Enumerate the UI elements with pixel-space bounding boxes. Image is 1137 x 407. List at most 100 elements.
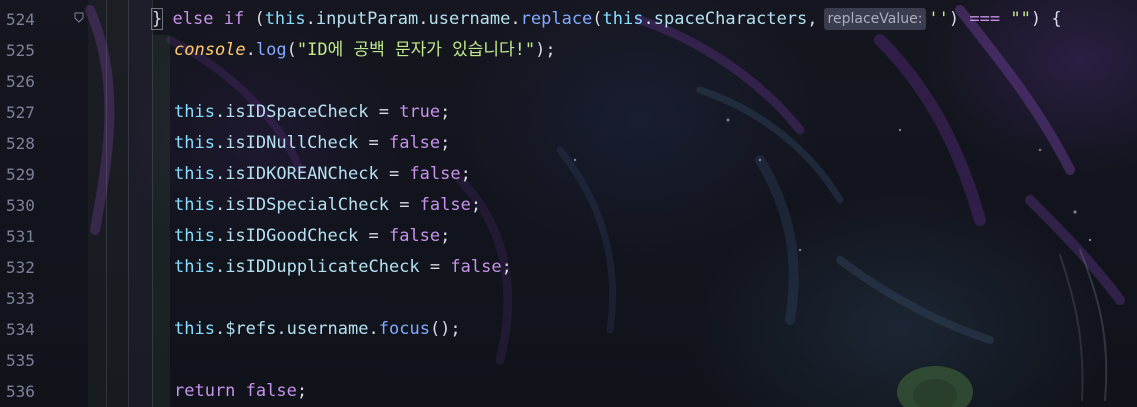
- property: .isIDNullCheck: [214, 133, 359, 153]
- property: .isIDKOREANCheck: [214, 164, 379, 184]
- this-keyword: this: [174, 257, 215, 277]
- line-number: 528: [6, 134, 35, 153]
- line-number: 534: [6, 320, 35, 339]
- paren: (: [592, 9, 603, 29]
- code-editor[interactable]: 524 525 526 527 528 529 530 531 532 533 …: [0, 0, 1137, 407]
- operator: =: [368, 102, 400, 122]
- this-keyword: this: [174, 226, 215, 246]
- semicolon: ;: [440, 102, 451, 122]
- indent-band: [106, 0, 128, 407]
- indent-guide: [128, 0, 129, 407]
- property: .isIDDupplicateCheck: [214, 257, 420, 277]
- this-keyword: this: [174, 164, 215, 184]
- this-keyword: this: [174, 133, 215, 153]
- punctuation: ();: [429, 319, 461, 339]
- opening-brace: {: [1051, 9, 1062, 29]
- line-number: 531: [6, 227, 35, 246]
- semicolon: ;: [296, 381, 308, 401]
- code-line-532[interactable]: this.isIDDupplicateCheck = false;: [174, 252, 512, 283]
- parameter-hint: replaceValue:: [823, 8, 927, 30]
- code-line-527[interactable]: this.isIDSpaceCheck = true;: [174, 97, 450, 128]
- code-line-531[interactable]: this.isIDGoodCheck = false;: [174, 221, 450, 252]
- operator: =: [358, 133, 389, 153]
- paren: ): [1030, 9, 1042, 29]
- property: .$refs: [214, 319, 277, 339]
- semicolon: ;: [440, 226, 451, 246]
- line-number: 535: [6, 351, 35, 370]
- method: focus: [378, 319, 430, 339]
- this-keyword: this: [174, 319, 215, 339]
- boolean: false: [419, 195, 471, 215]
- closing-brace: }: [150, 8, 164, 30]
- operator: =: [358, 226, 389, 246]
- indent-guide: [106, 0, 107, 407]
- dot: .: [510, 9, 521, 29]
- this-keyword: this: [174, 102, 215, 122]
- line-number: 526: [6, 72, 35, 91]
- paren: ): [948, 9, 960, 29]
- property: username: [428, 9, 511, 29]
- indent-band-active: [152, 35, 170, 407]
- code-line-525[interactable]: console.log("ID에 공백 문자가 있습니다!");: [174, 35, 556, 66]
- line-number: 524: [6, 10, 35, 29]
- indent-band: [128, 0, 152, 407]
- line-number: 536: [6, 382, 35, 401]
- fold-marker-icon[interactable]: [74, 12, 84, 23]
- punctuation: );: [535, 40, 556, 60]
- semicolon: ;: [440, 133, 451, 153]
- line-number: 529: [6, 165, 35, 184]
- else-keyword: else: [172, 9, 214, 29]
- paren: (: [254, 9, 265, 29]
- boolean: false: [450, 257, 502, 277]
- if-keyword: if: [223, 9, 245, 29]
- operator: =: [388, 195, 420, 215]
- line-number: 532: [6, 258, 35, 277]
- semicolon: ;: [460, 164, 471, 184]
- operator: =: [419, 257, 451, 277]
- code-line-534[interactable]: this.$refs.username.focus();: [174, 314, 461, 345]
- dot: .: [305, 9, 316, 29]
- this-keyword: this: [264, 9, 306, 29]
- semicolon: ;: [501, 257, 512, 277]
- boolean: false: [388, 226, 441, 246]
- code-line-529[interactable]: this.isIDKOREANCheck = false;: [174, 159, 471, 190]
- operator: ===: [969, 9, 1001, 29]
- line-number: 527: [6, 103, 35, 122]
- semicolon: ;: [470, 195, 482, 215]
- boolean: false: [388, 133, 441, 153]
- method: replace: [520, 9, 593, 29]
- this-keyword: this: [174, 195, 215, 215]
- line-number: 525: [6, 41, 35, 60]
- dot: .: [245, 40, 256, 60]
- operator: =: [378, 164, 410, 184]
- dot: .: [368, 319, 379, 339]
- background-artwork: [85, 5, 1125, 407]
- paren: (: [286, 40, 297, 60]
- indent-band: [88, 0, 106, 407]
- string: "ID에 공백 문자가 있습니다!": [296, 40, 536, 60]
- comma: ,: [807, 9, 818, 29]
- property: .isIDSpaceCheck: [214, 102, 369, 122]
- property: inputParam: [315, 9, 419, 29]
- string: '': [928, 9, 949, 29]
- this-keyword: this: [602, 9, 644, 29]
- property: .username: [276, 319, 369, 339]
- code-line-536[interactable]: return false;: [174, 376, 307, 407]
- console-object: console: [174, 40, 246, 60]
- property: spaceCharacters: [653, 9, 808, 29]
- code-line-524[interactable]: } else if (this.inputParam.username.repl…: [150, 4, 1062, 35]
- property: .isIDSpecialCheck: [214, 195, 389, 215]
- code-line-530[interactable]: this.isIDSpecialCheck = false;: [174, 190, 481, 221]
- dot: .: [418, 9, 429, 29]
- boolean: false: [409, 164, 461, 184]
- method: log: [255, 40, 287, 60]
- property: .isIDGoodCheck: [214, 226, 359, 246]
- return-keyword: return: [174, 381, 236, 401]
- line-number-gutter: 524 525 526 527 528 529 530 531 532 533 …: [0, 0, 60, 407]
- boolean: true: [399, 102, 441, 122]
- code-line-528[interactable]: this.isIDNullCheck = false;: [174, 128, 450, 159]
- indent-guide: [152, 0, 153, 407]
- line-number: 533: [6, 289, 35, 308]
- string: "": [1010, 9, 1031, 29]
- boolean: false: [235, 381, 297, 401]
